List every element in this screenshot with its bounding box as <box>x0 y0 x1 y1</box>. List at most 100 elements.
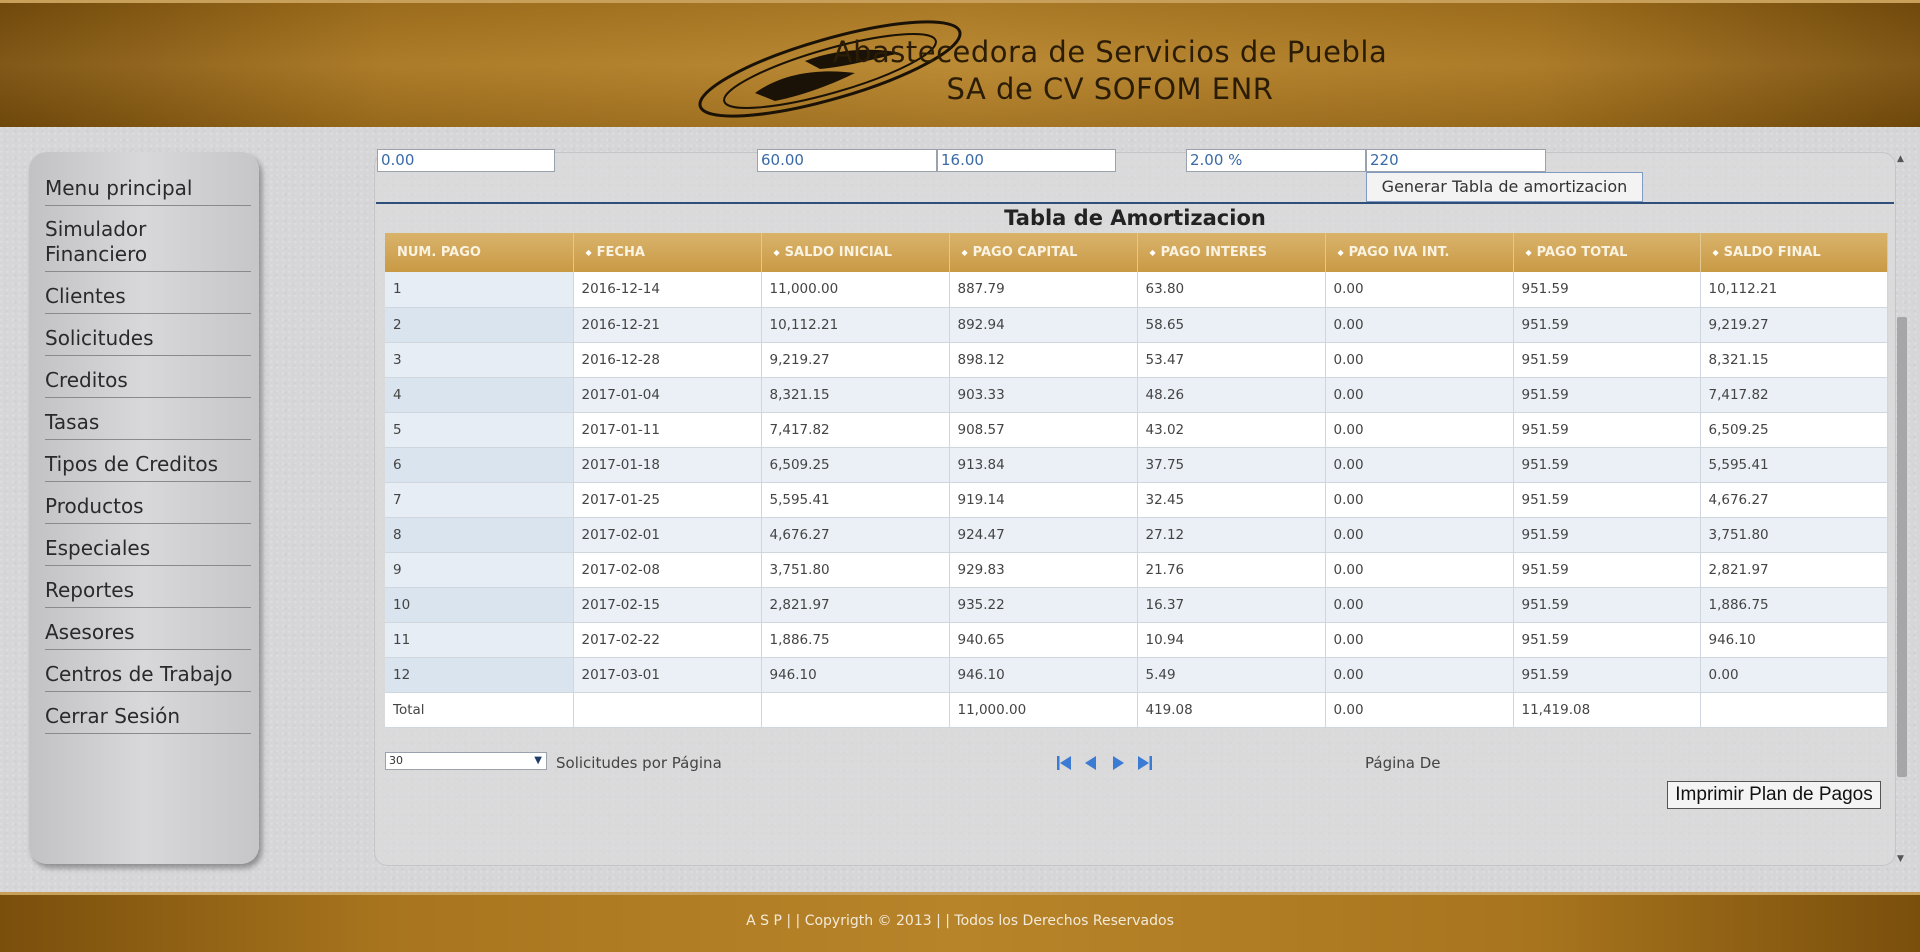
table-cell: 63.80 <box>1137 272 1326 308</box>
column-header-pago-total[interactable]: ◆ PAGO TOTAL <box>1513 233 1701 272</box>
sidebar-item-cerrar-sesion[interactable]: Cerrar Sesión <box>45 704 251 734</box>
sort-icon: ◆ <box>961 248 968 257</box>
scrollbar-thumb[interactable] <box>1897 317 1907 777</box>
table-cell: 6 <box>385 447 574 483</box>
column-header-label: PAGO INTERES <box>1160 245 1268 260</box>
table-cell: 2,821.97 <box>1700 552 1888 588</box>
table-cell: 7,417.82 <box>1700 377 1888 413</box>
table-cell: 2016-12-28 <box>573 342 762 378</box>
table-row[interactable]: 6 2017-01-18 6,509.25 913.84 37.75 0.00 951.59… <box>385 447 1888 483</box>
table-cell: 37.75 <box>1137 447 1326 483</box>
table-cell: 951.59 <box>1513 342 1701 378</box>
table-cell: 946.10 <box>949 657 1138 693</box>
total-cell: 419.08 <box>1137 692 1326 728</box>
table-row[interactable]: 3 2016-12-28 9,219.27 898.12 53.47 0.00 951.59… <box>385 342 1888 378</box>
table-row[interactable]: 7 2017-01-25 5,595.41 919.14 32.45 0.00 951.59… <box>385 482 1888 518</box>
table-cell: 951.59 <box>1513 307 1701 343</box>
generate-table-button[interactable]: Generar Tabla de amortizacion <box>1366 172 1643 202</box>
table-cell: 2017-01-18 <box>573 447 762 483</box>
table-row[interactable]: 4 2017-01-04 8,321.15 903.33 48.26 0.00 951.59… <box>385 377 1888 413</box>
page-info: Página De <box>1365 754 1441 772</box>
table-cell: 3,751.80 <box>761 552 950 588</box>
column-header-pago-iva[interactable]: ◆ PAGO IVA INT. <box>1325 233 1514 272</box>
sidebar-item-especiales[interactable]: Especiales <box>45 536 251 566</box>
site-footer: A S P | | Copyrigth © 2013 | | Todos los… <box>0 892 1920 952</box>
table-cell: 6,509.25 <box>761 447 950 483</box>
table-cell: 892.94 <box>949 307 1138 343</box>
table-row[interactable]: 5 2017-01-11 7,417.82 908.57 43.02 0.00 951.59… <box>385 412 1888 448</box>
column-header-saldo-inicial[interactable]: ◆ SALDO INICIAL <box>761 233 950 272</box>
sidebar-item-centros-de-trabajo[interactable]: Centros de Trabajo <box>45 662 251 692</box>
last-page-icon[interactable] <box>1136 754 1154 772</box>
sidebar-item-tipos-de-creditos[interactable]: Tipos de Creditos <box>45 452 251 482</box>
table-cell: 8,321.15 <box>761 377 950 413</box>
table-cell: 2017-02-01 <box>573 517 762 553</box>
table-cell: 43.02 <box>1137 412 1326 448</box>
table-cell: 10,112.21 <box>761 307 950 343</box>
table-cell: 2017-02-15 <box>573 587 762 623</box>
prev-page-icon[interactable] <box>1082 754 1100 772</box>
sidebar-item-clientes[interactable]: Clientes <box>45 284 251 314</box>
table-cell: 951.59 <box>1513 552 1701 588</box>
iva-input[interactable]: 16.00 <box>937 149 1116 172</box>
table-cell: 935.22 <box>949 587 1138 623</box>
scroll-down-icon[interactable]: ▼ <box>1897 854 1904 864</box>
dias-input[interactable]: 220 <box>1366 149 1546 172</box>
column-header-saldo-final[interactable]: ◆ SALDO FINAL <box>1700 233 1888 272</box>
table-body: 1 2016-12-14 11,000.00 887.79 63.80 0.00 951.5… <box>385 272 1888 728</box>
table-cell: 929.83 <box>949 552 1138 588</box>
sidebar-item-asesores[interactable]: Asesores <box>45 620 251 650</box>
footer-copyright: A S P | | Copyrigth © 2013 | | Todos los… <box>746 913 1174 929</box>
column-header-pago-capital[interactable]: ◆ PAGO CAPITAL <box>949 233 1138 272</box>
table-cell: 12 <box>385 657 574 693</box>
table-cell: 53.47 <box>1137 342 1326 378</box>
table-row[interactable]: 10 2017-02-15 2,821.97 935.22 16.37 0.00 951.5… <box>385 587 1888 623</box>
page-size-select[interactable]: 30 ▼ <box>385 752 547 770</box>
scroll-up-icon[interactable]: ▲ <box>1897 154 1904 164</box>
table-cell: 924.47 <box>949 517 1138 553</box>
sort-icon: ◆ <box>1149 248 1156 257</box>
table-cell: 951.59 <box>1513 587 1701 623</box>
column-header-pago-interes[interactable]: ◆ PAGO INTERES <box>1137 233 1326 272</box>
print-payment-plan-button[interactable]: Imprimir Plan de Pagos <box>1667 781 1881 809</box>
table-row[interactable]: 9 2017-02-08 3,751.80 929.83 21.76 0.00 951.59… <box>385 552 1888 588</box>
column-header-num-pago[interactable]: NUM. PAGO <box>385 233 574 272</box>
sidebar-item-menu-principal[interactable]: Menu principal <box>45 176 251 206</box>
table-cell: 1,886.75 <box>1700 587 1888 623</box>
total-cell: 11,419.08 <box>1513 692 1701 728</box>
table-cell: 913.84 <box>949 447 1138 483</box>
table-row[interactable]: 2 2016-12-21 10,112.21 892.94 58.65 0.00 951.5… <box>385 307 1888 343</box>
sort-icon: ◆ <box>773 248 780 257</box>
table-cell: 3 <box>385 342 574 378</box>
plazo-input[interactable]: 60.00 <box>757 149 937 172</box>
table-header-row: NUM. PAGO ◆ FECHA ◆ SALDO INICIAL ◆ PAGO CA… <box>385 233 1888 272</box>
first-page-icon[interactable] <box>1055 754 1073 772</box>
monto-input[interactable]: 0.00 <box>377 149 555 172</box>
sidebar-item-creditos[interactable]: Creditos <box>45 368 251 398</box>
table-cell: 951.59 <box>1513 377 1701 413</box>
table-cell: 5,595.41 <box>761 482 950 518</box>
sidebar-item-reportes[interactable]: Reportes <box>45 578 251 608</box>
table-cell: 2016-12-14 <box>573 272 762 308</box>
table-total-row: Total 11,000.00 419.08 0.00 11,419.08 <box>385 692 1888 728</box>
table-row[interactable]: 1 2016-12-14 11,000.00 887.79 63.80 0.00 951.5… <box>385 272 1888 308</box>
sidebar-item-tasas[interactable]: Tasas <box>45 410 251 440</box>
amortization-table: NUM. PAGO ◆ FECHA ◆ SALDO INICIAL ◆ PAGO CA… <box>385 233 1888 728</box>
column-header-fecha[interactable]: ◆ FECHA <box>573 233 762 272</box>
table-cell: 946.10 <box>761 657 950 693</box>
sidebar-item-solicitudes[interactable]: Solicitudes <box>45 326 251 356</box>
table-cell: 2016-12-21 <box>573 307 762 343</box>
tasa-input[interactable]: 2.00 % <box>1186 149 1366 172</box>
table-cell: 11 <box>385 622 574 658</box>
table-cell: 0.00 <box>1325 272 1514 308</box>
sidebar-item-productos[interactable]: Productos <box>45 494 251 524</box>
sidebar-item-simulador-financiero[interactable]: Simulador Financiero <box>45 217 251 272</box>
content-scrollbar[interactable]: ▲ ▼ <box>1893 152 1909 866</box>
table-row[interactable]: 11 2017-02-22 1,886.75 940.65 10.94 0.00 951.5… <box>385 622 1888 658</box>
next-page-icon[interactable] <box>1109 754 1127 772</box>
table-row[interactable]: 8 2017-02-01 4,676.27 924.47 27.12 0.00 951.59… <box>385 517 1888 553</box>
table-cell: 951.59 <box>1513 517 1701 553</box>
table-row[interactable]: 12 2017-03-01 946.10 946.10 5.49 0.00 951.59 0.… <box>385 657 1888 693</box>
table-cell: 4,676.27 <box>761 517 950 553</box>
table-cell: 21.76 <box>1137 552 1326 588</box>
